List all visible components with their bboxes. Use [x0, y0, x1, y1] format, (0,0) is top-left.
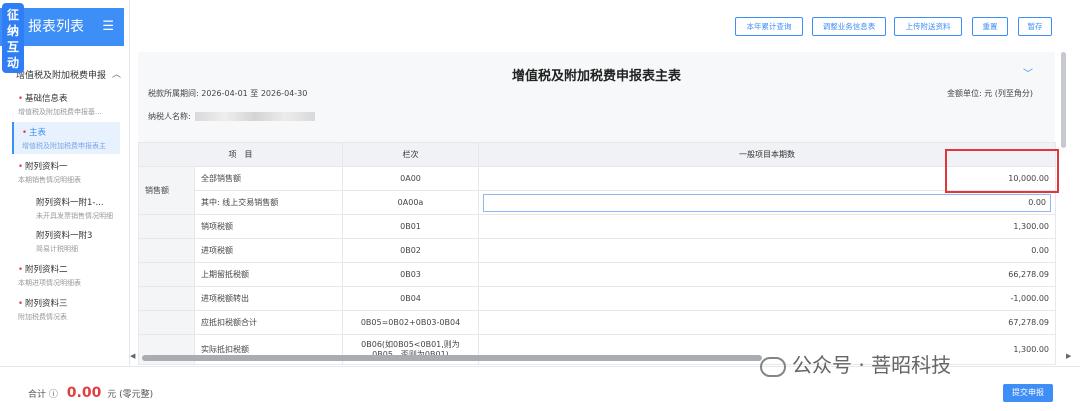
header-item: 项 目 — [138, 142, 343, 167]
required-icon: • — [18, 162, 24, 172]
table-row: 应抵扣税额合计 0B05=0B02+0B03-0B04 67,278.09 — [138, 310, 1056, 335]
category-cell: 销售额 — [138, 166, 195, 215]
sidebar-item-schedule-1[interactable]: • 附列资料一 本期销售情况明细表 — [18, 160, 126, 185]
code-cell: 0A00 — [342, 166, 479, 191]
watermark: 公众号 · 菩昭科技 — [760, 349, 951, 378]
wechat-icon — [760, 356, 786, 377]
reset-button[interactable]: 重置 — [972, 17, 1008, 36]
required-icon: • — [22, 128, 28, 138]
save-draft-button[interactable]: 暂存 — [1018, 17, 1052, 36]
required-icon: • — [18, 94, 24, 104]
item-cell: 其中: 线上交易销售额 — [194, 190, 343, 215]
total-summary: 合计 ⓘ 0.00 元 (零元整) — [28, 385, 154, 401]
scroll-left-icon[interactable]: ◀ — [130, 352, 135, 360]
table-row: 其中: 线上交易销售额 0A00a 0.00 — [139, 190, 1056, 215]
annual-query-button[interactable]: 本年累计查询 — [735, 17, 803, 36]
value-cell: 1,300.00 — [478, 214, 1056, 239]
sidebar-item-schedule-1-att-1[interactable]: 附列资料一附1-... 未开具发票销售情况明细 — [36, 196, 128, 221]
form-title: 增值税及附加税费申报表主表 — [511, 69, 681, 84]
sidebar-item-schedule-2[interactable]: • 附列资料二 本期进项情况明细表 — [18, 263, 126, 288]
total-amount: 0.00 — [66, 385, 102, 401]
item-cell: 上期留抵税额 — [194, 262, 343, 287]
vertical-scrollbar[interactable] — [1061, 52, 1066, 148]
menu-icon[interactable]: ☰ — [102, 8, 114, 46]
code-cell: 0B02 — [342, 238, 479, 263]
header-code: 栏次 — [342, 142, 479, 167]
chevron-down-icon[interactable]: ﹀ — [1023, 65, 1033, 80]
value-input[interactable]: 0.00 — [483, 193, 1051, 212]
horizontal-scrollbar[interactable] — [142, 355, 762, 361]
table-row: 销售额 全部销售额 0A00 10,000.00 — [138, 166, 1056, 215]
taxpayer-name: 纳税人名称: — [148, 111, 315, 122]
submit-button[interactable]: 提交申报 — [1003, 384, 1053, 402]
required-icon: • — [18, 299, 24, 309]
table-row: 上期留抵税额 0B03 66,278.09 — [138, 262, 1056, 287]
sidebar-item-main-form[interactable]: • 主表 增值税及附加税费申报表主 — [12, 122, 120, 154]
interaction-tag[interactable]: 征 纳 互 动 — [2, 3, 24, 73]
redacted-name — [194, 112, 315, 121]
value-cell: 0.00 — [478, 238, 1056, 263]
code-cell: 0B03 — [342, 262, 479, 287]
value-cell: -1,000.00 — [478, 286, 1056, 311]
scroll-right-icon[interactable]: ▶ — [1066, 352, 1071, 360]
item-cell: 全部销售额 — [194, 166, 343, 191]
value-input-cell: 0.00 — [478, 190, 1056, 215]
sidebar-group-label: 增值税及附加税费申报 — [16, 71, 107, 81]
amount-unit: 金额单位: 元 (列至角分) — [946, 89, 1033, 98]
adjust-business-info-button[interactable]: 调整业务信息表 — [812, 17, 886, 36]
info-icon[interactable]: ⓘ — [49, 390, 58, 400]
main-content: 本年累计查询 调整业务信息表 上传附送资料 重置 暂存 增值税及附加税费申报表主… — [130, 0, 1080, 366]
sidebar-item-schedule-1-att-3[interactable]: 附列资料一附3 简易计税明细 — [36, 229, 128, 254]
sidebar-group-vat[interactable]: 增值税及附加税费申报 ︿ — [16, 68, 121, 81]
required-icon: • — [18, 265, 24, 275]
table-header-row: 项 目 栏次 一般项目本期数 — [138, 142, 1056, 167]
table-row: 进项税额转出 0B04 -1,000.00 — [138, 286, 1056, 311]
code-cell: 0B01 — [342, 214, 479, 239]
table-row: 销项税额 0B01 1,300.00 — [138, 214, 1056, 239]
upload-attachments-button[interactable]: 上传附送资料 — [894, 17, 962, 36]
highlight-box — [945, 149, 1059, 193]
sidebar-item-basic-info[interactable]: • 基础信息表 增值税及附加税费申报基... — [18, 92, 126, 117]
code-cell: 0B04 — [342, 286, 479, 311]
item-cell: 应抵扣税额合计 — [194, 310, 343, 335]
code-cell: 0B05=0B02+0B03-0B04 — [342, 310, 479, 335]
chevron-up-icon[interactable]: ︿ — [112, 67, 121, 80]
item-cell: 销项税额 — [194, 214, 343, 239]
form-panel: 增值税及附加税费申报表主表 ﹀ 税款所属期间: 2026-04-01 至 202… — [138, 52, 1056, 365]
tax-period: 税款所属期间: 2026-04-01 至 2026-04-30 — [148, 89, 308, 98]
item-cell: 进项税额转出 — [194, 286, 343, 311]
code-cell: 0A00a — [342, 190, 479, 215]
table-row: 进项税额 0B02 0.00 — [138, 238, 1056, 263]
item-cell: 进项税额 — [194, 238, 343, 263]
sidebar-title: 报表列表 — [28, 19, 84, 35]
vat-main-table: 项 目 栏次 一般项目本期数 销售额 全部销售额 0A00 10,000.00 … — [138, 142, 1056, 365]
value-cell: 66,278.09 — [478, 262, 1056, 287]
value-cell: 67,278.09 — [478, 310, 1056, 335]
sidebar-item-schedule-3[interactable]: • 附列资料三 附加税费情况表 — [18, 297, 126, 322]
